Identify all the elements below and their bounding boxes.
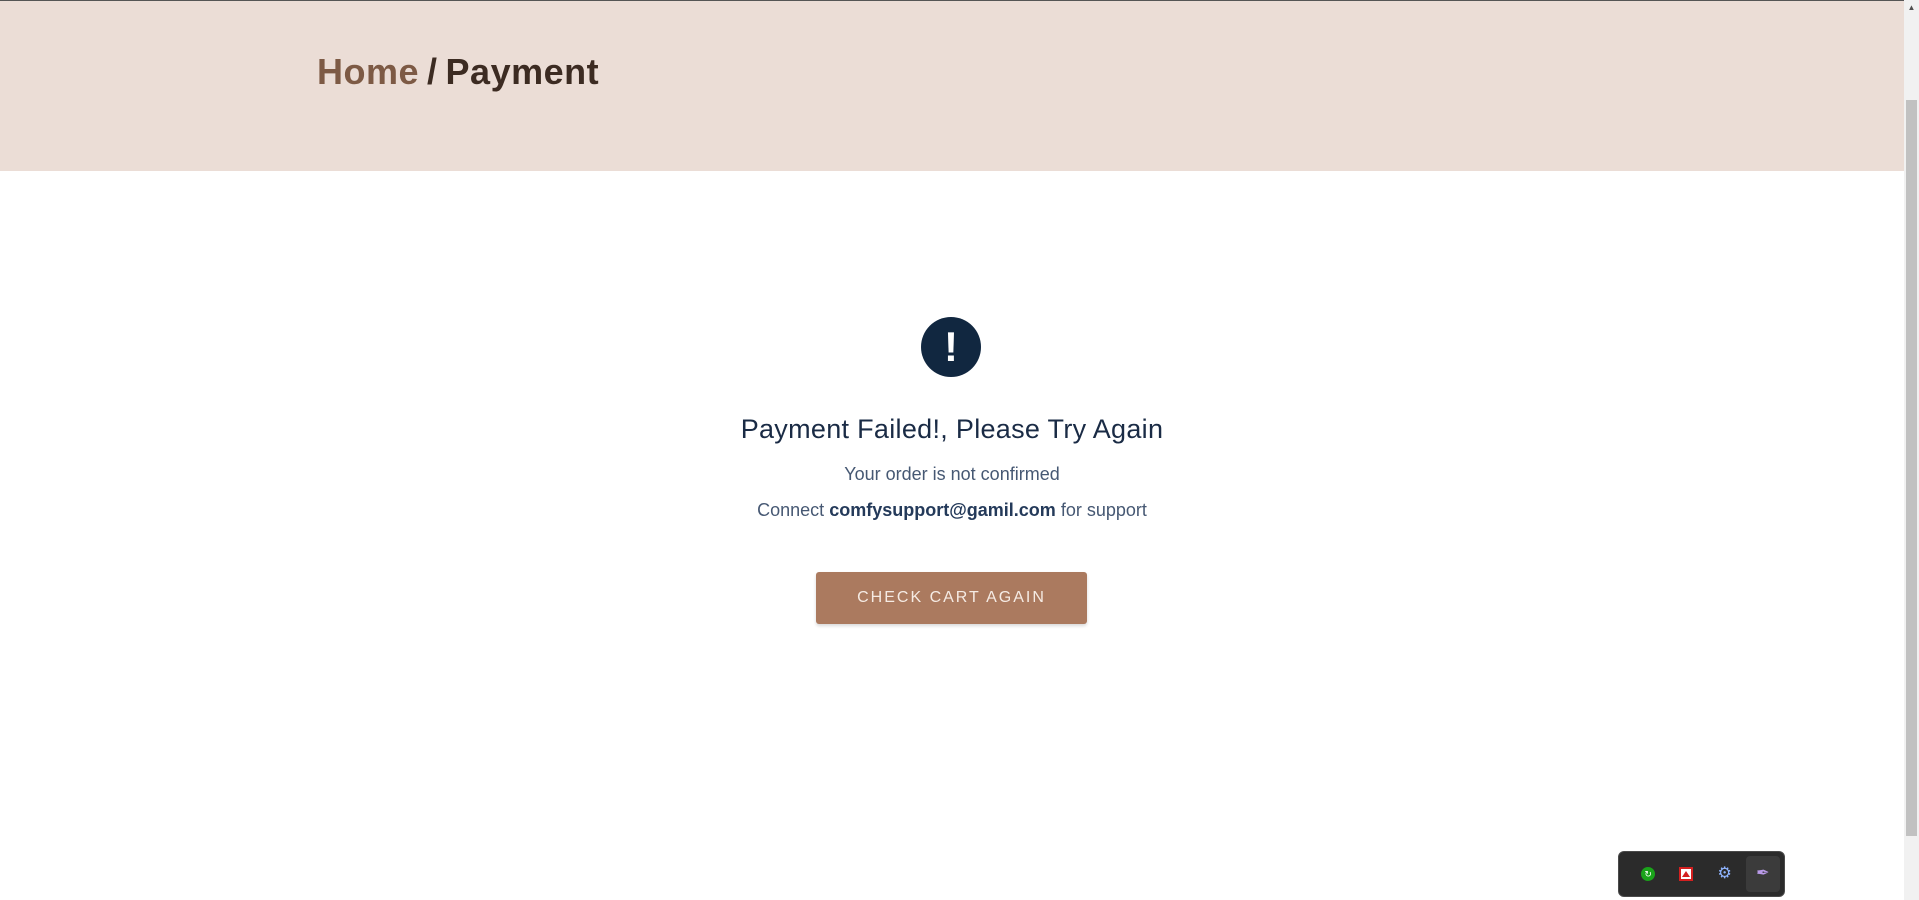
order-status-message: Your order is not confirmed bbox=[844, 464, 1060, 484]
gear-extension-icon: ⚙ bbox=[1717, 865, 1732, 882]
support-email[interactable]: comfysupport@gamil.com bbox=[829, 500, 1056, 520]
breadcrumb-current: Payment bbox=[445, 51, 600, 92]
scroll-up-arrow-icon[interactable]: ▲ bbox=[1904, 0, 1919, 15]
payment-status-section: ! Payment Failed!, Please Try Again Your… bbox=[0, 171, 1904, 900]
support-suffix: for support bbox=[1060, 500, 1147, 520]
support-prefix: Connect bbox=[757, 500, 825, 520]
page-hero: Home / Payment bbox=[0, 1, 1904, 171]
green-extension-button[interactable]: ↻ bbox=[1631, 856, 1665, 892]
feather-extension-icon: ✒ bbox=[1756, 865, 1770, 882]
payment-failed-title: Payment Failed!, Please Try Again bbox=[740, 414, 1164, 444]
exclamation-icon: ! bbox=[921, 317, 981, 377]
support-message: Connect comfysupport@gamil.com for suppo… bbox=[0, 500, 1904, 521]
pdf-extension-button[interactable] bbox=[1669, 856, 1703, 892]
breadcrumb-separator: / bbox=[427, 51, 438, 92]
vertical-scrollbar[interactable]: ▲ bbox=[1904, 0, 1919, 900]
exclamation-glyph: ! bbox=[944, 323, 958, 370]
pdf-extension-icon bbox=[1679, 867, 1694, 881]
page: Home / Payment ! Payment Failed!, Please T… bbox=[0, 0, 1919, 900]
breadcrumb-home-link[interactable]: Home bbox=[317, 51, 419, 92]
check-cart-again-button[interactable]: CHECK CART AGAIN bbox=[816, 572, 1087, 624]
scrollbar-thumb[interactable] bbox=[1906, 100, 1917, 836]
green-extension-icon: ↻ bbox=[1641, 867, 1656, 881]
feather-extension-button[interactable]: ✒ bbox=[1745, 856, 1780, 892]
extension-tray: ↻ ⚙ ✒ bbox=[1618, 851, 1785, 897]
breadcrumb: Home / Payment bbox=[317, 51, 599, 93]
gear-extension-button[interactable]: ⚙ bbox=[1708, 856, 1742, 892]
